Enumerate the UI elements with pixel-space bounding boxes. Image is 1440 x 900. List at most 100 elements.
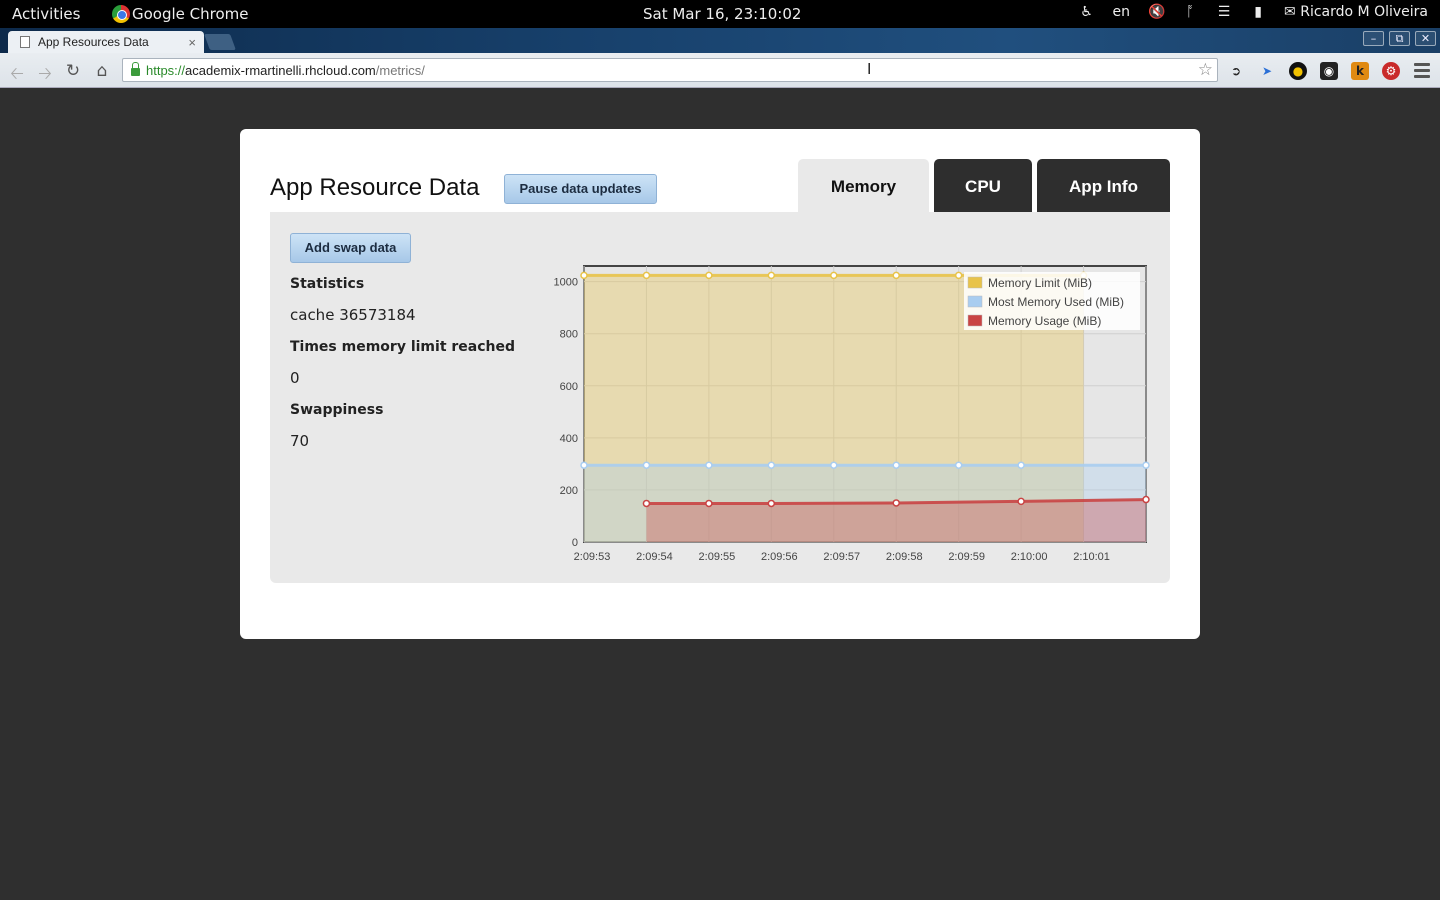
chat-icon: ✉ — [1284, 4, 1301, 20]
chrome-menu-icon[interactable] — [1414, 63, 1430, 81]
legend-label-1: Most Memory Used (MiB) — [988, 295, 1124, 309]
series-point-1 — [642, 461, 651, 469]
x-tick-label: 2:09:54 — [636, 551, 673, 563]
app-name: Google Chrome — [132, 5, 249, 23]
x-tick-label: 2:09:53 — [574, 551, 611, 563]
memory-chart-svg: 0 200 400 600 800 1000 2:09:53 2:09:54 2:09:55 2:… — [554, 265, 1150, 563]
reload-icon[interactable]: ↻ — [63, 61, 83, 81]
text-cursor-icon: I — [867, 60, 872, 78]
series-point-0 — [705, 271, 713, 280]
legend-label-0: Memory Limit (MiB) — [988, 276, 1092, 290]
y-tick-label: 600 — [560, 381, 578, 393]
forward-arrow-icon[interactable]: 🡢 — [35, 61, 55, 90]
times-limit-value: 0 — [290, 369, 300, 387]
home-icon[interactable]: ⌂ — [92, 61, 112, 81]
tab-app-info[interactable]: App Info — [1037, 159, 1170, 212]
legend-swatch-0 — [967, 276, 983, 289]
chrome-icon — [112, 5, 130, 23]
series-point-0 — [830, 271, 838, 280]
series-point-2 — [767, 499, 776, 508]
x-tick-label: 2:10:01 — [1073, 551, 1110, 563]
url-scheme: https:// — [146, 62, 186, 78]
extension-icon-gear-red[interactable]: ⚙ — [1382, 62, 1400, 80]
y-tick-label: 1000 — [554, 277, 578, 289]
volume-muted-icon[interactable]: 🔇 — [1148, 4, 1165, 20]
series-point-1 — [767, 461, 776, 469]
x-tick-label: 2:09:58 — [886, 551, 923, 563]
url-host: academix-rmartinelli.rhcloud.com — [185, 62, 376, 78]
x-tick-label: 2:09:55 — [699, 551, 736, 563]
series-point-2 — [1142, 495, 1150, 504]
extension-icon-owl[interactable]: ◉ — [1320, 62, 1338, 80]
activities-button[interactable]: Activities — [12, 5, 80, 23]
series-point-0 — [767, 271, 776, 280]
x-tick-label: 2:09:56 — [761, 551, 798, 563]
series-point-1 — [892, 461, 900, 469]
series-point-2 — [1017, 497, 1025, 506]
memory-chart: 0 200 400 600 800 1000 2:09:53 2:09:54 2:09:55 2:… — [540, 255, 1160, 575]
lock-icon — [131, 62, 140, 76]
series-point-1 — [705, 461, 713, 469]
times-limit-label: Times memory limit reached — [290, 339, 516, 355]
user-menu[interactable]: ✉ Ricardo M Oliveira — [1284, 4, 1428, 20]
series-point-0 — [892, 271, 900, 280]
legend-swatch-2 — [967, 314, 983, 327]
browser-tab-strip: App Resources Data × — [0, 28, 1440, 53]
extension-icon-signin[interactable]: ➲ — [1227, 62, 1245, 80]
series-point-1 — [1017, 461, 1025, 469]
series-point-2 — [892, 499, 900, 507]
back-arrow-icon[interactable]: 🡠 — [7, 61, 27, 90]
close-tab-icon[interactable]: × — [188, 35, 196, 50]
tab-memory[interactable]: Memory — [798, 159, 929, 212]
page-title: App Resource Data — [270, 174, 480, 201]
series-point-1 — [1142, 461, 1150, 469]
x-tick-label: 2:10:00 — [1011, 551, 1048, 563]
y-tick-label: 0 — [572, 537, 578, 549]
extension-icon-ninja[interactable]: ● — [1289, 62, 1307, 80]
address-bar[interactable]: https://academix-rmartinelli.rhcloud.com… — [122, 58, 1218, 82]
browser-toolbar: 🡠 🡢 ↻ ⌂ https://academix-rmartinelli.rhc… — [0, 53, 1440, 88]
app-menu[interactable]: Google Chrome — [112, 5, 249, 23]
tab-title: App Resources Data — [38, 35, 149, 49]
y-tick-label: 400 — [560, 433, 578, 445]
user-name: Ricardo M Oliveira — [1300, 4, 1428, 20]
bluetooth-icon[interactable]: ᚩ — [1182, 4, 1198, 20]
series-point-1 — [954, 461, 963, 469]
close-window-button[interactable]: ✕ — [1415, 31, 1436, 46]
extension-icon-k[interactable]: k — [1351, 62, 1369, 80]
legend-swatch-1 — [967, 295, 983, 308]
series-point-0 — [642, 271, 651, 280]
clock[interactable]: Sat Mar 16, 23:10:02 — [643, 5, 801, 23]
legend-label-2: Memory Usage (MiB) — [988, 314, 1101, 328]
wifi-icon[interactable]: ☰ — [1216, 4, 1232, 20]
y-tick-label: 200 — [560, 485, 578, 497]
statistics-label: Statistics — [290, 276, 365, 292]
statistics-value: cache 36573184 — [290, 306, 416, 324]
extension-icon-share[interactable]: ➤ — [1258, 62, 1276, 80]
system-top-bar: Activities Google Chrome Sat Mar 16, 23:… — [0, 0, 1440, 28]
battery-icon[interactable]: ▮ — [1250, 4, 1266, 20]
x-tick-label: 2:09:57 — [823, 551, 860, 563]
language-indicator[interactable]: en — [1113, 4, 1131, 20]
bookmark-star-icon[interactable]: ☆ — [1198, 60, 1213, 80]
minimize-window-button[interactable]: – — [1363, 31, 1384, 46]
x-tick-label: 2:09:59 — [948, 551, 985, 563]
y-tick-label: 800 — [560, 329, 578, 341]
browser-tab[interactable]: App Resources Data × — [8, 31, 204, 53]
system-tray: ♿ en 🔇 ᚩ ☰ ▮ ✉ Ricardo M Oliveira — [1079, 4, 1428, 20]
add-swap-data-button[interactable]: Add swap data — [290, 233, 411, 263]
url-path: /metrics/ — [375, 62, 425, 78]
tab-cpu[interactable]: CPU — [934, 159, 1032, 212]
swappiness-value: 70 — [290, 432, 310, 450]
series-point-0 — [954, 271, 963, 280]
pause-updates-button[interactable]: Pause data updates — [504, 174, 657, 204]
series-point-2 — [705, 499, 713, 508]
swappiness-label: Swappiness — [290, 402, 384, 418]
series-point-1 — [830, 461, 838, 469]
page-icon — [20, 36, 30, 48]
accessibility-icon[interactable]: ♿ — [1079, 4, 1095, 20]
series-point-0 — [580, 271, 588, 280]
series-point-2 — [642, 499, 651, 508]
restore-window-button[interactable]: ⧉ — [1389, 31, 1410, 46]
new-tab-button[interactable] — [204, 34, 236, 50]
